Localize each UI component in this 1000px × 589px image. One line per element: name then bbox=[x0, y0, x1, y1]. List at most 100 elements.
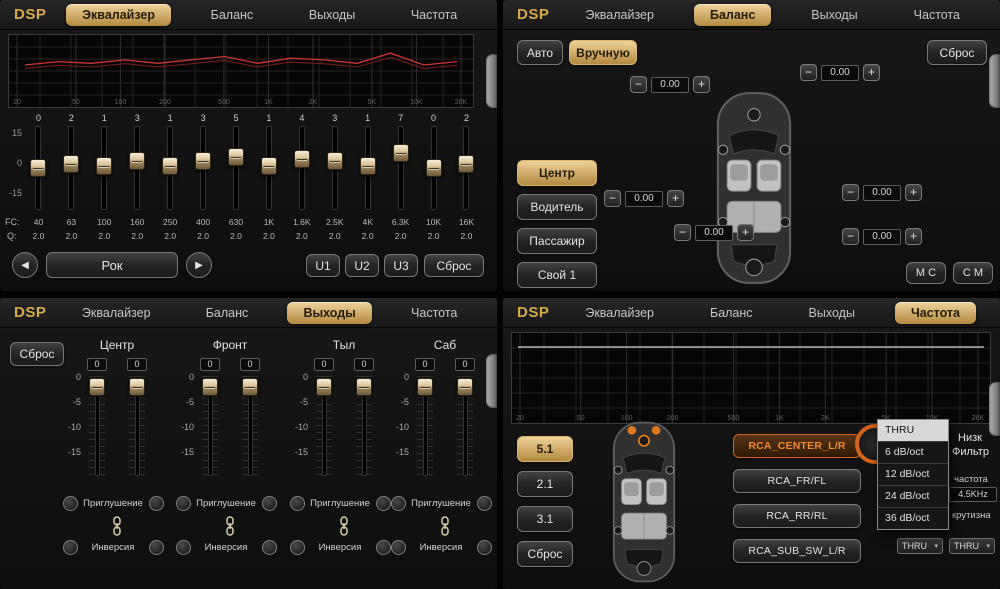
output-slider-handle[interactable] bbox=[417, 378, 433, 396]
mc-button[interactable]: M C bbox=[906, 262, 946, 284]
mode-button-2-1[interactable]: 2.1 bbox=[517, 471, 573, 497]
delay-minus-button[interactable]: − bbox=[842, 228, 859, 245]
tab-crossover[interactable]: Частота bbox=[395, 4, 473, 26]
link-channels-icon[interactable] bbox=[109, 516, 125, 536]
delay-minus-button[interactable]: − bbox=[842, 184, 859, 201]
eq-slider-handle[interactable] bbox=[129, 152, 145, 170]
mode-button-3-1[interactable]: 3.1 bbox=[517, 506, 573, 532]
eq-band-slider[interactable] bbox=[450, 126, 483, 210]
eq-band-slider[interactable] bbox=[220, 126, 253, 210]
delay-minus-button[interactable]: − bbox=[674, 224, 691, 241]
link-channels-icon[interactable] bbox=[437, 516, 453, 536]
tab-outputs[interactable]: Выходы bbox=[293, 4, 371, 26]
tab-balance[interactable]: Баланс bbox=[195, 4, 270, 26]
memory-button-u1[interactable]: U1 bbox=[306, 254, 340, 277]
output-slider-handle[interactable] bbox=[202, 378, 218, 396]
crossover-reset-button[interactable]: Сброс bbox=[517, 541, 573, 567]
delay-plus-button[interactable]: + bbox=[737, 224, 754, 241]
invert-toggle-right[interactable] bbox=[149, 540, 164, 555]
output-slider-handle[interactable] bbox=[242, 378, 258, 396]
eq-band-slider[interactable] bbox=[417, 126, 450, 210]
invert-toggle-right[interactable] bbox=[477, 540, 492, 555]
eq-slider-handle[interactable] bbox=[162, 157, 178, 175]
delay-minus-button[interactable]: − bbox=[630, 76, 647, 93]
delay-minus-button[interactable]: − bbox=[604, 190, 621, 207]
invert-toggle-left[interactable] bbox=[290, 540, 305, 555]
drawer-handle[interactable] bbox=[486, 54, 497, 108]
mute-toggle-left[interactable] bbox=[176, 496, 191, 511]
mode-button-5-1[interactable]: 5.1 bbox=[517, 436, 573, 462]
tab-equalizer[interactable]: Эквалайзер bbox=[569, 4, 670, 26]
tab-outputs[interactable]: Выходы bbox=[793, 302, 871, 324]
eq-band-slider[interactable] bbox=[121, 126, 154, 210]
slope-option[interactable]: 6 dB/oct bbox=[878, 442, 948, 464]
eq-slider-handle[interactable] bbox=[393, 144, 409, 162]
tab-equalizer[interactable]: Эквалайзер bbox=[569, 302, 670, 324]
tab-equalizer[interactable]: Эквалайзер bbox=[66, 4, 171, 26]
tab-balance[interactable]: Баланс bbox=[694, 302, 769, 324]
eq-slider-handle[interactable] bbox=[30, 159, 46, 177]
delay-plus-button[interactable]: + bbox=[905, 184, 922, 201]
eq-slider-handle[interactable] bbox=[426, 159, 442, 177]
tab-balance[interactable]: Баланс bbox=[694, 4, 771, 26]
delay-minus-button[interactable]: − bbox=[800, 64, 817, 81]
link-channels-icon[interactable] bbox=[222, 516, 238, 536]
eq-band-slider[interactable] bbox=[187, 126, 220, 210]
position-button-3[interactable]: Пассажир bbox=[517, 228, 597, 254]
invert-toggle-right[interactable] bbox=[262, 540, 277, 555]
tab-equalizer[interactable]: Эквалайзер bbox=[66, 302, 167, 324]
slope-option[interactable]: 24 dB/oct bbox=[878, 486, 948, 508]
drawer-handle[interactable] bbox=[989, 54, 1000, 108]
auto-button[interactable]: Авто bbox=[517, 40, 563, 65]
outputs-reset-button[interactable]: Сброс bbox=[10, 342, 64, 366]
invert-toggle-right[interactable] bbox=[376, 540, 391, 555]
output-slider-handle[interactable] bbox=[89, 378, 105, 396]
mute-toggle-right[interactable] bbox=[376, 496, 391, 511]
eq-band-slider[interactable] bbox=[384, 126, 417, 210]
eq-band-slider[interactable] bbox=[22, 126, 55, 210]
eq-slider-track[interactable] bbox=[398, 126, 404, 210]
mute-toggle-right[interactable] bbox=[149, 496, 164, 511]
slope-option[interactable]: 36 dB/oct bbox=[878, 508, 948, 529]
delay-plus-button[interactable]: + bbox=[667, 190, 684, 207]
link-channels-icon[interactable] bbox=[336, 516, 352, 536]
tab-crossover[interactable]: Частота bbox=[895, 302, 976, 324]
eq-slider-handle[interactable] bbox=[228, 148, 244, 166]
preset-next-button[interactable]: ▶ bbox=[186, 252, 212, 278]
lp-slope-select[interactable]: THRU ▾ bbox=[949, 538, 995, 554]
eq-band-slider[interactable] bbox=[318, 126, 351, 210]
delay-plus-button[interactable]: + bbox=[863, 64, 880, 81]
position-button-4[interactable]: Свой 1 bbox=[517, 262, 597, 288]
eq-slider-handle[interactable] bbox=[294, 150, 310, 168]
eq-slider-handle[interactable] bbox=[458, 155, 474, 173]
output-slider-handle[interactable] bbox=[316, 378, 332, 396]
eq-band-slider[interactable] bbox=[55, 126, 88, 210]
eq-reset-button[interactable]: Сброс bbox=[424, 254, 484, 277]
preset-prev-button[interactable]: ◀ bbox=[12, 252, 38, 278]
output-slider-handle[interactable] bbox=[356, 378, 372, 396]
output-slider-handle[interactable] bbox=[457, 378, 473, 396]
slope-option[interactable]: 12 dB/oct bbox=[878, 464, 948, 486]
channel-button-2[interactable]: RCA_FR/FL bbox=[733, 469, 861, 493]
channel-button-3[interactable]: RCA_RR/RL bbox=[733, 504, 861, 528]
eq-slider-handle[interactable] bbox=[327, 152, 343, 170]
memory-button-u3[interactable]: U3 bbox=[384, 254, 418, 277]
balance-reset-button[interactable]: Сброс bbox=[927, 40, 987, 65]
eq-band-slider[interactable] bbox=[285, 126, 318, 210]
eq-slider-handle[interactable] bbox=[195, 152, 211, 170]
eq-band-slider[interactable] bbox=[154, 126, 187, 210]
eq-slider-handle[interactable] bbox=[63, 155, 79, 173]
eq-slider-handle[interactable] bbox=[96, 157, 112, 175]
eq-band-slider[interactable] bbox=[88, 126, 121, 210]
tab-outputs[interactable]: Выходы bbox=[795, 4, 873, 26]
mute-toggle-left[interactable] bbox=[63, 496, 78, 511]
manual-button[interactable]: Вручную bbox=[569, 40, 637, 65]
drawer-handle[interactable] bbox=[486, 354, 497, 408]
delay-plus-button[interactable]: + bbox=[905, 228, 922, 245]
eq-band-slider[interactable] bbox=[351, 126, 384, 210]
channel-button-4[interactable]: RCA_SUB_SW_L/R bbox=[733, 539, 861, 563]
tab-outputs[interactable]: Выходы bbox=[287, 302, 371, 324]
invert-toggle-left[interactable] bbox=[63, 540, 78, 555]
eq-slider-track[interactable] bbox=[233, 126, 239, 210]
mute-toggle-right[interactable] bbox=[477, 496, 492, 511]
